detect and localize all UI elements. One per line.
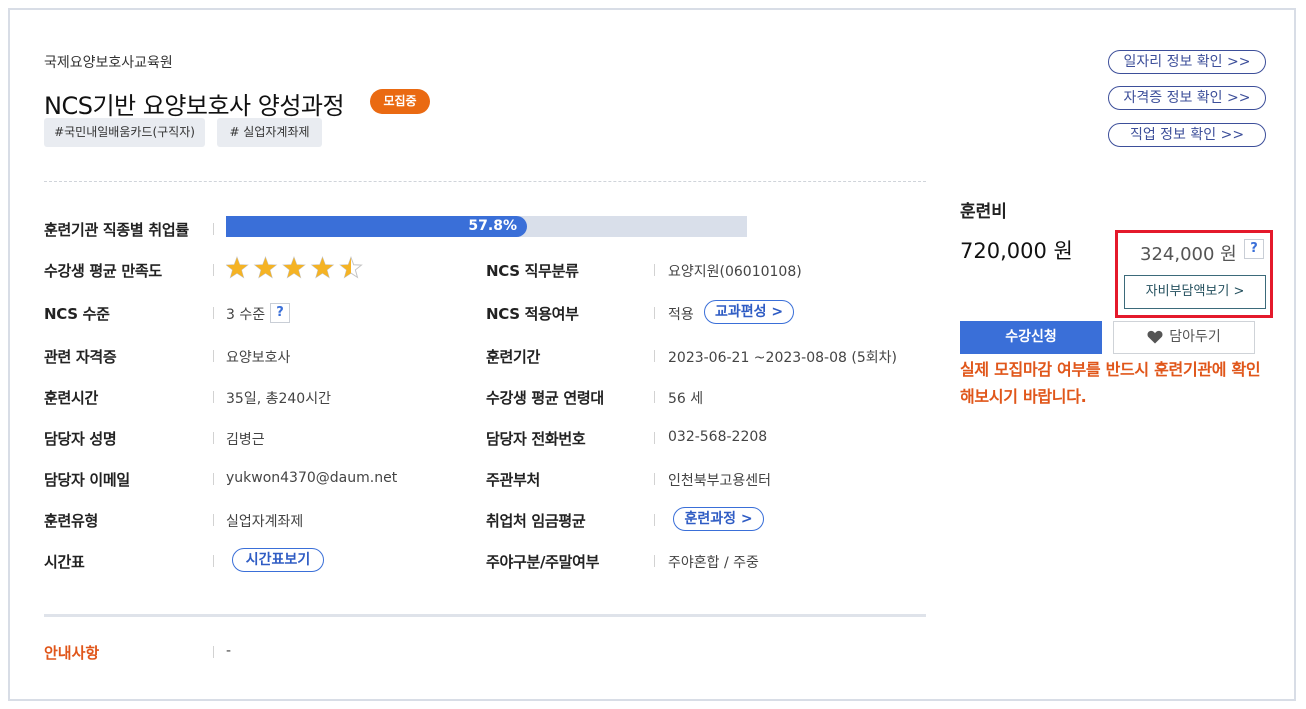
separator: [213, 646, 214, 658]
separator: [213, 514, 214, 526]
training-type-label: 훈련유형: [44, 512, 99, 530]
separator: [654, 350, 655, 362]
ncs-applied-value: 적용: [668, 307, 694, 323]
manager-phone-value: 032-568-2208: [668, 429, 768, 445]
ncs-level-help-button[interactable]: ?: [270, 303, 290, 323]
star-filled-icon: [255, 257, 276, 278]
separator: [654, 307, 655, 319]
separator: [213, 350, 214, 362]
training-period-label: 훈련기간: [486, 348, 541, 366]
status-badge: 모집중: [370, 89, 430, 114]
employment-rate-label: 훈련기관 직종별 취업률: [44, 221, 189, 239]
separator: [654, 391, 655, 403]
day-night-label: 주야구분/주말여부: [486, 553, 600, 571]
employment-rate-value: 57.8%: [468, 218, 517, 234]
fee-help-button[interactable]: ?: [1244, 239, 1264, 259]
cert-info-link[interactable]: 자격증 정보 확인 >>: [1108, 86, 1266, 110]
avg-age-label: 수강생 평균 연령대: [486, 389, 604, 407]
separator: [213, 307, 214, 319]
separator: [654, 555, 655, 567]
separator: [213, 391, 214, 403]
satisfaction-stars: [226, 256, 363, 279]
manager-phone-label: 담당자 전화번호: [486, 430, 586, 448]
course-title: NCS기반 요양보호사 양성과정: [44, 92, 345, 120]
separator: [213, 473, 214, 485]
heart-icon: [1147, 330, 1163, 344]
manager-email-value: yukwon4370@daum.net: [226, 470, 398, 486]
training-hours-value: 35일, 총240시간: [226, 391, 331, 407]
timetable-label: 시간표: [44, 553, 85, 571]
related-cert-value: 요양보호사: [226, 350, 291, 366]
timetable-button[interactable]: 시간표보기: [232, 548, 324, 572]
star-filled-icon: [226, 257, 248, 278]
self-pay-amount: 324,000 원: [1140, 244, 1237, 265]
ncs-classification-label: NCS 직무분류: [486, 262, 579, 280]
separator: [654, 473, 655, 485]
fee-amount: 720,000 원: [960, 239, 1073, 263]
tag-unemployed-account: # 실업자계좌제: [217, 118, 322, 147]
avg-wage-label: 취업처 임금평균: [486, 512, 586, 530]
wishlist-button[interactable]: 담아두기: [1113, 321, 1255, 354]
notice-value: -: [226, 643, 232, 659]
apply-button[interactable]: 수강신청: [960, 321, 1102, 354]
career-info-link[interactable]: 직업 정보 확인 >>: [1108, 123, 1266, 147]
manager-email-label: 담당자 이메일: [44, 471, 130, 489]
separator: [654, 264, 655, 276]
wishlist-label: 담아두기: [1169, 329, 1221, 345]
training-hours-label: 훈련시간: [44, 389, 99, 407]
supervisor-value: 인천북부고용센터: [668, 473, 772, 489]
divider-dashed: [44, 181, 926, 182]
ncs-applied-label: NCS 적용여부: [486, 305, 579, 323]
manager-name-label: 담당자 성명: [44, 430, 117, 448]
training-type-value: 실업자계좌제: [226, 514, 304, 530]
star-filled-icon: [312, 257, 333, 278]
avg-age-value: 56 세: [668, 391, 704, 407]
curriculum-button[interactable]: 교과편성 >: [704, 300, 794, 324]
separator: [213, 264, 214, 276]
separator: [213, 223, 214, 235]
star-filled-icon: [283, 257, 305, 278]
ncs-level-value: 3 수준: [226, 307, 266, 323]
supervisor-label: 주관부처: [486, 471, 541, 489]
self-pay-button[interactable]: 자비부담액보기 >: [1124, 275, 1266, 309]
training-course-button[interactable]: 훈련과정 >: [673, 507, 764, 531]
notice-label: 안내사항: [44, 644, 100, 662]
tag-national-card: #국민내일배움카드(구직자): [44, 118, 205, 147]
fee-label: 훈련비: [960, 202, 1007, 222]
training-period-value: 2023-06-21 ~2023-08-08 (5회차): [668, 350, 897, 366]
separator: [213, 555, 214, 567]
separator: [654, 514, 655, 526]
ncs-level-label: NCS 수준: [44, 305, 110, 323]
institute-name: 국제요양보호사교육원: [44, 55, 173, 71]
divider-solid: [44, 614, 926, 617]
related-cert-label: 관련 자격증: [44, 348, 117, 366]
deadline-notice: 실제 모집마감 여부를 반드시 훈련기관에 확인해보시기 바랍니다.: [960, 360, 1261, 406]
job-info-link[interactable]: 일자리 정보 확인 >>: [1108, 50, 1266, 74]
satisfaction-label: 수강생 평균 만족도: [44, 262, 162, 280]
manager-name-value: 김병근: [226, 432, 265, 448]
day-night-value: 주야혼합 / 주중: [668, 555, 759, 571]
separator: [213, 432, 214, 444]
separator: [654, 432, 655, 444]
ncs-classification-value: 요양지원(06010108): [668, 264, 802, 280]
